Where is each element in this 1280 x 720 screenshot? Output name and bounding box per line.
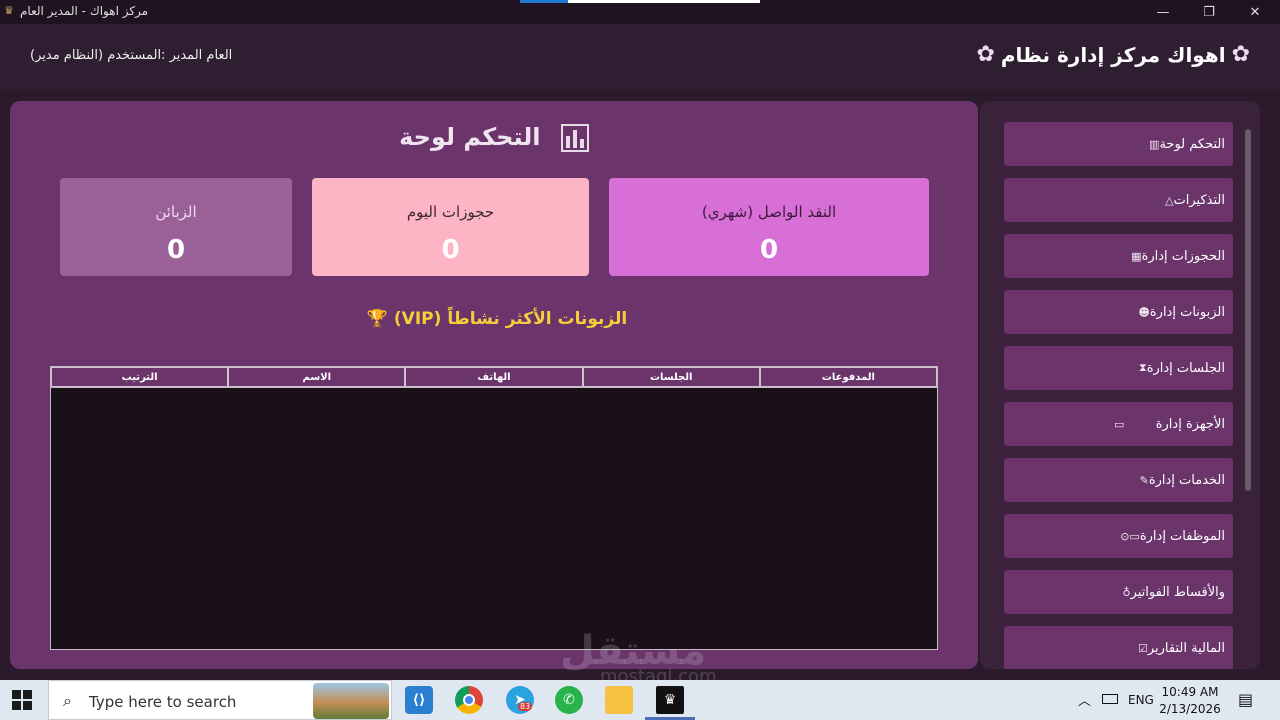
whatsapp-icon[interactable]: ✆ bbox=[555, 686, 583, 714]
page-title: التحكم لوحة bbox=[10, 123, 978, 152]
clock-time: 10:49 AM bbox=[1161, 685, 1219, 699]
column-header-name[interactable]: الاسم bbox=[228, 367, 406, 387]
column-header-payments[interactable]: المدفوعات bbox=[759, 367, 938, 387]
report-icon: ☑ bbox=[1137, 641, 1148, 655]
sidebar-item-sessions[interactable]: ⧗ الجلسات إدارة bbox=[1004, 346, 1233, 390]
stat-card-bookings: حجوزات اليوم 0 bbox=[312, 178, 589, 276]
chrome-icon[interactable] bbox=[455, 686, 483, 714]
brand-text: اهواك مركز إدارة نظام bbox=[1000, 42, 1226, 67]
pencil-icon: ✎ bbox=[1139, 473, 1149, 487]
search-icon: ⌕ bbox=[63, 691, 72, 710]
sidebar: ▥ التحكم لوحة △ التذكيرات ▦ الحجوزات إدارة … bbox=[980, 101, 1260, 669]
hourglass-icon: ⧗ bbox=[1138, 361, 1147, 374]
flower-icon: ✿ bbox=[1231, 42, 1250, 67]
column-header-sessions[interactable]: الجلسات bbox=[582, 367, 760, 387]
stat-card-cash: النقد الواصل (شهري) 0 bbox=[609, 178, 929, 276]
window-titlebar: ♛ مركز اهواك - المدير العام — ❐ ✕ bbox=[0, 0, 1280, 24]
sidebar-item-devices[interactable]: ▭ الأجهزة إدارة bbox=[1004, 402, 1233, 446]
watermark: مستقل mostaql.com bbox=[560, 628, 717, 687]
file-explorer-icon[interactable] bbox=[605, 686, 633, 714]
app-header: ✿ اهواك مركز إدارة نظام ✿ (النظام مدير) … bbox=[0, 24, 1280, 90]
search-placeholder: Type here to search bbox=[89, 693, 237, 711]
stat-label: الزبائن bbox=[155, 203, 197, 221]
sidebar-item-dashboard[interactable]: ▥ التحكم لوحة bbox=[1004, 122, 1233, 166]
users-icon: ☻ bbox=[1138, 305, 1150, 319]
table-header-row: الترتيب الاسم الهاتف الجلسات المدفوعات bbox=[51, 367, 938, 388]
sidebar-item-services[interactable]: ✎ الخدمات إدارة bbox=[1004, 458, 1233, 502]
maximize-button[interactable]: ❐ bbox=[1186, 0, 1232, 24]
sidebar-item-employees[interactable]: ⊙▭ الموظفات إدارة bbox=[1004, 514, 1233, 558]
telegram-badge: 83 bbox=[518, 702, 533, 711]
vscode-icon[interactable]: ⟨⟩ bbox=[405, 686, 433, 714]
current-user-label: (النظام مدير) العام المدير :المستخدم bbox=[30, 48, 233, 63]
notifications-icon[interactable]: ▤ bbox=[1238, 690, 1253, 709]
stat-label: النقد الواصل (شهري) bbox=[701, 203, 837, 221]
flower-icon: ✿ bbox=[976, 42, 995, 67]
chart-icon bbox=[560, 124, 589, 152]
calendar-icon: ▦ bbox=[1131, 249, 1142, 263]
vip-section-title: 🏆 (VIP) الزبونات الأكثر نشاطاً bbox=[10, 309, 978, 329]
taskbar: ⌕ Type here to search ⟨⟩ ➤ 83 ✆ ♛ ︿ ENG … bbox=[0, 680, 1280, 720]
battery-icon[interactable] bbox=[1102, 694, 1118, 704]
brand-title: ✿ اهواك مركز إدارة نظام ✿ bbox=[976, 42, 1250, 67]
taskbar-clock[interactable]: 10:49 AM 2/13/2026 bbox=[1150, 684, 1230, 718]
app-window-icon[interactable]: ♛ bbox=[656, 686, 684, 714]
monitor-icon: ▭ bbox=[1114, 417, 1125, 431]
close-button[interactable]: ✕ bbox=[1232, 0, 1278, 24]
stat-value: 0 bbox=[441, 235, 460, 265]
bell-icon: △ bbox=[1165, 193, 1174, 207]
column-header-phone[interactable]: الهاتف bbox=[405, 367, 583, 387]
sidebar-item-customers[interactable]: ☻ الزبونات إدارة bbox=[1004, 290, 1233, 334]
sidebar-item-invoices[interactable]: ♁ والأقساط الفواتير bbox=[1004, 570, 1233, 614]
chevron-up-icon[interactable]: ︿ bbox=[1078, 690, 1091, 709]
minimize-button[interactable]: — bbox=[1140, 0, 1186, 24]
stat-card-customers: الزبائن 0 bbox=[60, 178, 292, 276]
chart-icon: ▥ bbox=[1149, 137, 1160, 151]
briefcase-icon: ⊙▭ bbox=[1120, 529, 1140, 543]
window-title: مركز اهواك - المدير العام bbox=[20, 4, 149, 18]
app-icon: ♛ bbox=[4, 4, 14, 17]
taskbar-search-box[interactable]: ⌕ Type here to search bbox=[48, 680, 392, 720]
sidebar-item-reports[interactable]: ☑ المالية التقارير bbox=[1004, 626, 1233, 669]
column-header-rank[interactable]: الترتيب bbox=[51, 367, 229, 387]
windows-start-icon[interactable] bbox=[12, 690, 32, 710]
stat-value: 0 bbox=[759, 235, 779, 265]
vip-title-text: (VIP) الزبونات الأكثر نشاطاً bbox=[393, 309, 628, 329]
stat-label: حجوزات اليوم bbox=[406, 203, 495, 221]
search-highlight-image bbox=[313, 683, 389, 719]
sidebar-item-bookings[interactable]: ▦ الحجوزات إدارة bbox=[1004, 234, 1233, 278]
trophy-icon: 🏆 bbox=[366, 309, 388, 329]
moneybag-icon: ♁ bbox=[1122, 585, 1131, 599]
sidebar-item-reminders[interactable]: △ التذكيرات bbox=[1004, 178, 1233, 222]
dashboard-panel: التحكم لوحة الزبائن 0 حجوزات اليوم 0 الن… bbox=[10, 101, 978, 669]
stat-value: 0 bbox=[166, 235, 186, 265]
loading-progress-bar bbox=[520, 0, 760, 3]
vip-table[interactable]: الترتيب الاسم الهاتف الجلسات المدفوعات bbox=[50, 366, 938, 650]
sidebar-scrollbar[interactable] bbox=[1245, 129, 1251, 491]
clock-date: 2/13/2026 bbox=[1159, 702, 1221, 716]
page-title-text: التحكم لوحة bbox=[399, 123, 541, 151]
